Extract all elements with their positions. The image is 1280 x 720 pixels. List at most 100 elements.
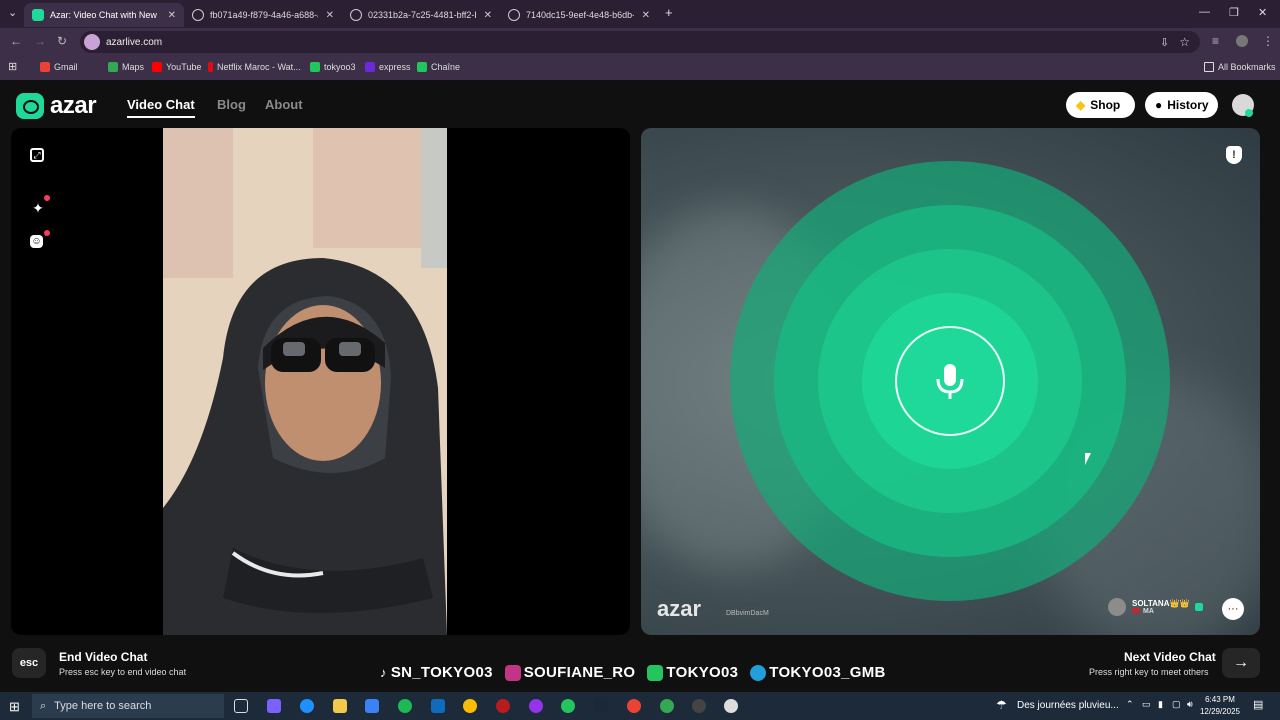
microphone-tray-icon[interactable]: ▮ (1158, 699, 1163, 710)
minimize-icon[interactable]: — (1199, 6, 1210, 18)
express-icon (365, 62, 375, 72)
tab-search-icon[interactable]: ⌄ (8, 6, 17, 19)
bookmark-chaine[interactable]: Chaîne (417, 62, 460, 72)
game-launcher-icon[interactable] (496, 699, 510, 713)
social-text: TOKYO03_GMB (769, 664, 886, 681)
reload-icon[interactable]: ↻ (57, 34, 67, 48)
next-arrow-button[interactable]: → (1222, 648, 1260, 678)
bookmark-label: Chaîne (431, 62, 461, 72)
notifications-icon[interactable]: ▤ (1253, 698, 1263, 711)
site-info-icon[interactable] (84, 34, 100, 50)
azar-watermark: azar (657, 596, 702, 621)
bookmark-maps[interactable]: Maps (108, 62, 144, 72)
profile-icon[interactable] (1236, 35, 1248, 47)
store-icon[interactable] (365, 699, 379, 713)
next-video-chat-title: Next Video Chat (1124, 650, 1216, 664)
nav-video-chat[interactable]: Video Chat (127, 97, 195, 112)
youtube-icon (152, 62, 162, 72)
chat-bubble-icon[interactable]: ··· (1222, 598, 1244, 620)
nav-about[interactable]: About (265, 97, 303, 112)
install-app-icon[interactable]: ⇩ (1160, 36, 1169, 49)
menu-kebab-icon[interactable]: ⋮ (1262, 34, 1274, 48)
taskbar-clock[interactable]: 6:43 PM 12/29/2025 (1196, 694, 1244, 718)
close-tab-icon[interactable]: ✕ (326, 10, 334, 21)
bookmark-star-icon[interactable]: ☆ (1179, 35, 1190, 49)
effects-sparkle-icon[interactable]: ✦ (30, 200, 46, 216)
tab-title: fb071a49-f879-4a46-a688-a78 (210, 10, 318, 20)
bookmark-gmail[interactable]: Gmail (40, 62, 78, 72)
chrome-icon[interactable] (463, 699, 477, 713)
close-tab-icon[interactable]: ✕ (642, 10, 650, 21)
morocco-flag-icon (1132, 608, 1140, 613)
weather-text[interactable]: Des journées pluvieu... (1017, 700, 1119, 711)
taskbar-search[interactable]: ⌕ Type here to search (32, 694, 224, 718)
tab-title: 02331b2a-7c25-4481-bff2-b4 (368, 10, 476, 20)
search-icon: ⌕ (40, 699, 47, 712)
steam-icon[interactable] (594, 699, 608, 713)
watermark-id: DBbvimDacM (726, 610, 769, 617)
social-text: SN_TOKYO03 (390, 664, 493, 681)
history-button[interactable]: ● History (1145, 92, 1218, 118)
swap-camera-icon[interactable]: ⤢ (30, 148, 44, 162)
spotify-icon[interactable] (398, 699, 412, 713)
all-bookmarks[interactable]: All Bookmarks (1204, 62, 1276, 72)
file-explorer-icon[interactable] (333, 699, 347, 713)
clock-date: 12/29/2025 (1199, 707, 1241, 716)
azar-logo[interactable]: azar (16, 92, 97, 120)
copilot-icon[interactable] (267, 699, 281, 713)
apps-grid-icon[interactable]: ⊞ (8, 60, 17, 73)
partner-country-code: MA (1143, 608, 1154, 615)
windows-start-icon[interactable]: ⊞ (9, 699, 20, 715)
report-alert-icon[interactable]: ! (1226, 146, 1242, 164)
address-bar[interactable]: azarlive.com ⇩ ☆ (80, 31, 1200, 53)
tray-chevron-icon[interactable]: ⌃ (1126, 699, 1134, 710)
chrome-profile-icon[interactable] (660, 699, 674, 713)
browser-tab-2[interactable]: fb071a49-f879-4a46-a688-a78 ✕ (184, 3, 342, 27)
back-icon[interactable]: ← (10, 34, 22, 48)
restore-icon[interactable]: ❐ (1229, 6, 1239, 19)
mail-icon[interactable] (431, 699, 445, 713)
task-view-icon[interactable] (234, 699, 248, 713)
bookmark-label: Netflix Maroc - Wat... (217, 62, 301, 72)
nav-blog[interactable]: Blog (217, 97, 246, 112)
shop-label: Shop (1090, 98, 1121, 112)
app-icon[interactable] (529, 699, 543, 713)
sticker-face-icon[interactable]: ☺ (30, 235, 43, 248)
bookmark-netflix[interactable]: Netflix Maroc - Wat... (208, 62, 301, 72)
bookmark-youtube[interactable]: YouTube (152, 62, 201, 72)
network-icon[interactable]: ▢ (1172, 699, 1181, 710)
globe-icon (508, 9, 520, 21)
close-tab-icon[interactable]: ✕ (168, 10, 176, 21)
clock-icon: ● (1155, 98, 1163, 112)
browser-tab-1[interactable]: Azar: Video Chat with New ✕ (24, 3, 184, 27)
utorrent-icon[interactable] (561, 699, 575, 713)
shop-button[interactable]: ◆ Shop (1066, 92, 1135, 118)
streamer-socials-overlay: ♪ SN_TOKYO03 SOUFIANE_RO TOKYO03 TOKYO03_… (380, 664, 898, 681)
chrome-active-icon[interactable] (627, 699, 641, 713)
gem-icon: ◆ (1076, 98, 1086, 112)
partner-info[interactable]: SOLTANA👑👑 MA (1108, 598, 1204, 616)
forward-icon[interactable]: → (34, 34, 46, 48)
bookmark-express[interactable]: express (365, 62, 411, 72)
esc-key-button[interactable]: esc (12, 648, 46, 678)
bookmark-tokyoo3[interactable]: tokyoo3 (310, 62, 356, 72)
edge-icon[interactable] (300, 699, 314, 713)
camera-person-image (163, 128, 447, 635)
telegram-icon (750, 664, 767, 681)
plus-icon[interactable]: + (665, 5, 673, 20)
app-icon[interactable] (724, 699, 738, 713)
close-tab-icon[interactable]: ✕ (484, 10, 492, 21)
tray-icon[interactable]: ▭ (1142, 699, 1151, 710)
browser-tab-4[interactable]: 7140dc15-9eef-4e48-b6db-128 ✕ (500, 3, 658, 27)
bookmark-label: Gmail (54, 62, 78, 72)
notification-dot (44, 230, 50, 236)
media-icon[interactable]: ≡ (1212, 34, 1219, 48)
volume-icon[interactable]: 🔊︎ (1187, 699, 1193, 710)
history-label: History (1167, 98, 1209, 112)
close-window-icon[interactable]: ✕ (1258, 6, 1267, 19)
browser-tab-3[interactable]: 02331b2a-7c25-4481-bff2-b4 ✕ (342, 3, 500, 27)
url-text: azarlive.com (106, 36, 163, 48)
obs-icon[interactable] (692, 699, 706, 713)
microphone-button[interactable] (895, 326, 1005, 436)
end-video-chat-hint: Press esc key to end video chat (59, 667, 187, 677)
